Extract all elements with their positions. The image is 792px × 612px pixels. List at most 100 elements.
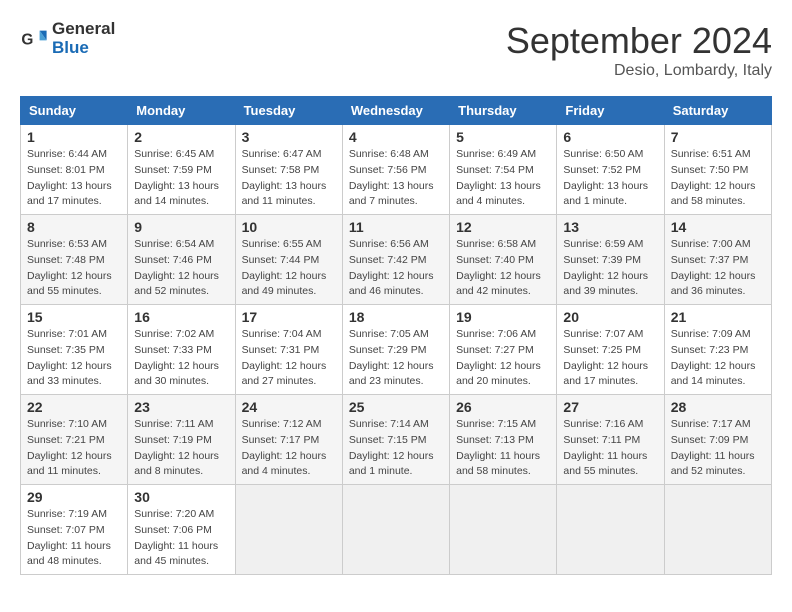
- column-header-friday: Friday: [557, 97, 664, 125]
- calendar-cell: 25 Sunrise: 7:14 AM Sunset: 7:15 PM Dayl…: [342, 395, 449, 485]
- day-info: Sunrise: 7:09 AM Sunset: 7:23 PM Dayligh…: [671, 327, 765, 390]
- day-info: Sunrise: 7:10 AM Sunset: 7:21 PM Dayligh…: [27, 417, 121, 480]
- day-info: Sunrise: 6:58 AM Sunset: 7:40 PM Dayligh…: [456, 237, 550, 300]
- day-number: 6: [563, 129, 657, 145]
- calendar-cell: 28 Sunrise: 7:17 AM Sunset: 7:09 PM Dayl…: [664, 395, 771, 485]
- calendar-cell: 4 Sunrise: 6:48 AM Sunset: 7:56 PM Dayli…: [342, 125, 449, 215]
- day-info: Sunrise: 7:02 AM Sunset: 7:33 PM Dayligh…: [134, 327, 228, 390]
- calendar-cell: 8 Sunrise: 6:53 AM Sunset: 7:48 PM Dayli…: [21, 215, 128, 305]
- calendar-cell: 3 Sunrise: 6:47 AM Sunset: 7:58 PM Dayli…: [235, 125, 342, 215]
- calendar-cell: 11 Sunrise: 6:56 AM Sunset: 7:42 PM Dayl…: [342, 215, 449, 305]
- header-row: SundayMondayTuesdayWednesdayThursdayFrid…: [21, 97, 772, 125]
- day-info: Sunrise: 6:49 AM Sunset: 7:54 PM Dayligh…: [456, 147, 550, 210]
- day-info: Sunrise: 7:07 AM Sunset: 7:25 PM Dayligh…: [563, 327, 657, 390]
- day-number: 18: [349, 309, 443, 325]
- logo-text: General Blue: [52, 20, 115, 57]
- calendar-cell: 2 Sunrise: 6:45 AM Sunset: 7:59 PM Dayli…: [128, 125, 235, 215]
- calendar-cell: [664, 485, 771, 575]
- calendar-cell: 6 Sunrise: 6:50 AM Sunset: 7:52 PM Dayli…: [557, 125, 664, 215]
- day-number: 10: [242, 219, 336, 235]
- day-number: 15: [27, 309, 121, 325]
- day-number: 2: [134, 129, 228, 145]
- day-info: Sunrise: 6:59 AM Sunset: 7:39 PM Dayligh…: [563, 237, 657, 300]
- day-info: Sunrise: 7:01 AM Sunset: 7:35 PM Dayligh…: [27, 327, 121, 390]
- day-number: 14: [671, 219, 765, 235]
- day-info: Sunrise: 6:53 AM Sunset: 7:48 PM Dayligh…: [27, 237, 121, 300]
- day-number: 29: [27, 489, 121, 505]
- page-header: G General Blue September 2024 Desio, Lom…: [20, 20, 772, 80]
- day-info: Sunrise: 7:00 AM Sunset: 7:37 PM Dayligh…: [671, 237, 765, 300]
- day-info: Sunrise: 7:16 AM Sunset: 7:11 PM Dayligh…: [563, 417, 657, 480]
- svg-text:G: G: [21, 31, 33, 48]
- day-info: Sunrise: 6:45 AM Sunset: 7:59 PM Dayligh…: [134, 147, 228, 210]
- day-number: 28: [671, 399, 765, 415]
- logo: G General Blue: [20, 20, 115, 57]
- column-header-saturday: Saturday: [664, 97, 771, 125]
- column-header-tuesday: Tuesday: [235, 97, 342, 125]
- day-number: 13: [563, 219, 657, 235]
- day-info: Sunrise: 7:19 AM Sunset: 7:07 PM Dayligh…: [27, 507, 121, 570]
- calendar-cell: 7 Sunrise: 6:51 AM Sunset: 7:50 PM Dayli…: [664, 125, 771, 215]
- day-number: 27: [563, 399, 657, 415]
- day-info: Sunrise: 7:12 AM Sunset: 7:17 PM Dayligh…: [242, 417, 336, 480]
- calendar-cell: 29 Sunrise: 7:19 AM Sunset: 7:07 PM Dayl…: [21, 485, 128, 575]
- title-section: September 2024 Desio, Lombardy, Italy: [506, 20, 772, 80]
- calendar-cell: 5 Sunrise: 6:49 AM Sunset: 7:54 PM Dayli…: [450, 125, 557, 215]
- column-header-monday: Monday: [128, 97, 235, 125]
- day-number: 3: [242, 129, 336, 145]
- day-number: 9: [134, 219, 228, 235]
- day-number: 19: [456, 309, 550, 325]
- day-number: 7: [671, 129, 765, 145]
- calendar-cell: [342, 485, 449, 575]
- calendar-week-2: 8 Sunrise: 6:53 AM Sunset: 7:48 PM Dayli…: [21, 215, 772, 305]
- day-info: Sunrise: 6:54 AM Sunset: 7:46 PM Dayligh…: [134, 237, 228, 300]
- logo-blue: Blue: [52, 39, 115, 58]
- day-number: 26: [456, 399, 550, 415]
- day-info: Sunrise: 6:48 AM Sunset: 7:56 PM Dayligh…: [349, 147, 443, 210]
- calendar-cell: [235, 485, 342, 575]
- calendar-cell: 15 Sunrise: 7:01 AM Sunset: 7:35 PM Dayl…: [21, 305, 128, 395]
- month-title: September 2024: [506, 20, 772, 62]
- calendar-cell: 14 Sunrise: 7:00 AM Sunset: 7:37 PM Dayl…: [664, 215, 771, 305]
- day-info: Sunrise: 6:50 AM Sunset: 7:52 PM Dayligh…: [563, 147, 657, 210]
- calendar-cell: 21 Sunrise: 7:09 AM Sunset: 7:23 PM Dayl…: [664, 305, 771, 395]
- day-number: 8: [27, 219, 121, 235]
- calendar-cell: 26 Sunrise: 7:15 AM Sunset: 7:13 PM Dayl…: [450, 395, 557, 485]
- day-number: 22: [27, 399, 121, 415]
- day-number: 20: [563, 309, 657, 325]
- day-number: 4: [349, 129, 443, 145]
- calendar-cell: 23 Sunrise: 7:11 AM Sunset: 7:19 PM Dayl…: [128, 395, 235, 485]
- day-info: Sunrise: 7:17 AM Sunset: 7:09 PM Dayligh…: [671, 417, 765, 480]
- column-header-sunday: Sunday: [21, 97, 128, 125]
- calendar-cell: 16 Sunrise: 7:02 AM Sunset: 7:33 PM Dayl…: [128, 305, 235, 395]
- calendar-cell: 20 Sunrise: 7:07 AM Sunset: 7:25 PM Dayl…: [557, 305, 664, 395]
- calendar-table: SundayMondayTuesdayWednesdayThursdayFrid…: [20, 96, 772, 575]
- logo-general: General: [52, 20, 115, 39]
- location-subtitle: Desio, Lombardy, Italy: [506, 62, 772, 80]
- day-info: Sunrise: 7:04 AM Sunset: 7:31 PM Dayligh…: [242, 327, 336, 390]
- day-info: Sunrise: 6:55 AM Sunset: 7:44 PM Dayligh…: [242, 237, 336, 300]
- calendar-cell: 27 Sunrise: 7:16 AM Sunset: 7:11 PM Dayl…: [557, 395, 664, 485]
- day-number: 11: [349, 219, 443, 235]
- day-number: 23: [134, 399, 228, 415]
- day-number: 25: [349, 399, 443, 415]
- calendar-cell: 9 Sunrise: 6:54 AM Sunset: 7:46 PM Dayli…: [128, 215, 235, 305]
- day-number: 16: [134, 309, 228, 325]
- day-info: Sunrise: 6:44 AM Sunset: 8:01 PM Dayligh…: [27, 147, 121, 210]
- column-header-wednesday: Wednesday: [342, 97, 449, 125]
- day-number: 24: [242, 399, 336, 415]
- day-info: Sunrise: 6:47 AM Sunset: 7:58 PM Dayligh…: [242, 147, 336, 210]
- calendar-cell: 13 Sunrise: 6:59 AM Sunset: 7:39 PM Dayl…: [557, 215, 664, 305]
- day-number: 1: [27, 129, 121, 145]
- day-info: Sunrise: 7:20 AM Sunset: 7:06 PM Dayligh…: [134, 507, 228, 570]
- day-number: 30: [134, 489, 228, 505]
- day-info: Sunrise: 7:06 AM Sunset: 7:27 PM Dayligh…: [456, 327, 550, 390]
- day-info: Sunrise: 7:11 AM Sunset: 7:19 PM Dayligh…: [134, 417, 228, 480]
- calendar-cell: 12 Sunrise: 6:58 AM Sunset: 7:40 PM Dayl…: [450, 215, 557, 305]
- day-number: 12: [456, 219, 550, 235]
- day-info: Sunrise: 6:56 AM Sunset: 7:42 PM Dayligh…: [349, 237, 443, 300]
- column-header-thursday: Thursday: [450, 97, 557, 125]
- day-number: 17: [242, 309, 336, 325]
- calendar-week-3: 15 Sunrise: 7:01 AM Sunset: 7:35 PM Dayl…: [21, 305, 772, 395]
- calendar-cell: 19 Sunrise: 7:06 AM Sunset: 7:27 PM Dayl…: [450, 305, 557, 395]
